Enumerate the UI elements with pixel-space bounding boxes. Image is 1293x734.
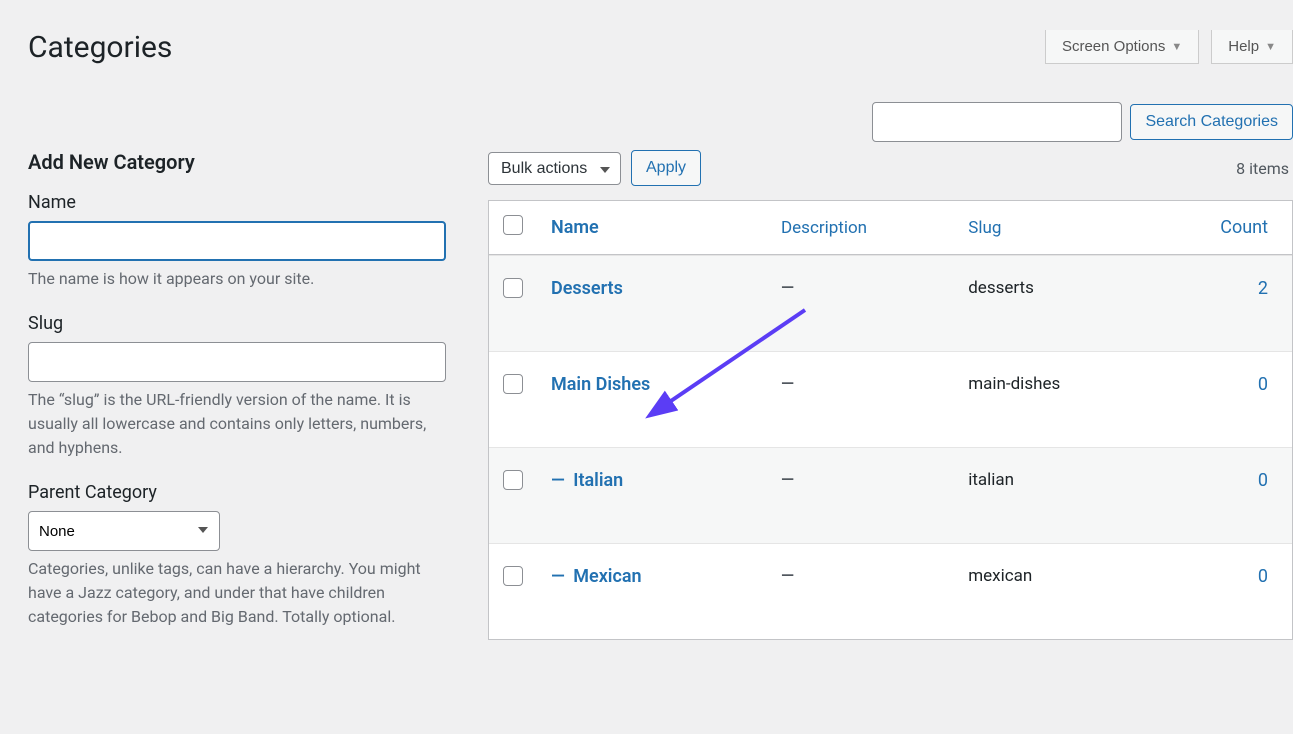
category-slug: main-dishes bbox=[954, 351, 1151, 447]
select-all-checkbox[interactable] bbox=[503, 215, 523, 235]
row-checkbox[interactable] bbox=[503, 374, 523, 394]
slug-input[interactable] bbox=[28, 342, 446, 382]
category-name-link[interactable]: — Mexican bbox=[551, 566, 642, 587]
category-slug: italian bbox=[954, 447, 1151, 543]
category-slug: mexican bbox=[954, 543, 1151, 639]
category-name-link[interactable]: Desserts bbox=[551, 278, 623, 299]
parent-category-label: Parent Category bbox=[28, 482, 458, 503]
slug-help: The “slug” is the URL-friendly version o… bbox=[28, 388, 446, 460]
screen-options-label: Screen Options bbox=[1062, 38, 1165, 55]
category-name-link[interactable]: — Italian bbox=[551, 470, 623, 491]
category-count-link[interactable]: 2 bbox=[1258, 278, 1268, 299]
add-new-category-heading: Add New Category bbox=[28, 150, 458, 174]
chevron-down-icon: ▼ bbox=[1171, 41, 1182, 53]
parent-category-select[interactable]: None bbox=[28, 511, 220, 551]
categories-table: Name Description Slug Count Desserts — des… bbox=[488, 200, 1293, 640]
category-description: — bbox=[781, 566, 794, 586]
category-slug: desserts bbox=[954, 255, 1151, 351]
bulk-actions-select[interactable]: Bulk actions bbox=[488, 152, 621, 185]
screen-options-button[interactable]: Screen Options ▼ bbox=[1045, 30, 1199, 64]
category-description: — bbox=[781, 374, 794, 394]
category-count-link[interactable]: 0 bbox=[1258, 374, 1268, 395]
table-row: — Italian — italian 0 bbox=[489, 447, 1292, 543]
row-checkbox[interactable] bbox=[503, 566, 523, 586]
table-row: Main Dishes — main-dishes 0 bbox=[489, 351, 1292, 447]
row-checkbox[interactable] bbox=[503, 470, 523, 490]
items-count: 8 items bbox=[1236, 159, 1293, 178]
category-description: — bbox=[781, 278, 794, 298]
row-checkbox[interactable] bbox=[503, 278, 523, 298]
sort-slug[interactable]: Slug bbox=[968, 218, 1001, 238]
slug-label: Slug bbox=[28, 313, 458, 334]
name-help: The name is how it appears on your site. bbox=[28, 267, 446, 291]
category-count-link[interactable]: 0 bbox=[1258, 566, 1268, 587]
search-categories-button[interactable]: Search Categories bbox=[1130, 104, 1293, 140]
name-label: Name bbox=[28, 192, 458, 213]
help-label: Help bbox=[1228, 38, 1259, 55]
parent-category-help: Categories, unlike tags, can have a hier… bbox=[28, 557, 446, 629]
sort-count[interactable]: Count bbox=[1220, 217, 1268, 238]
sort-name[interactable]: Name bbox=[551, 217, 599, 238]
category-name-link[interactable]: Main Dishes bbox=[551, 374, 650, 395]
table-row: Desserts — desserts 2 bbox=[489, 255, 1292, 351]
table-row: — Mexican — mexican 0 bbox=[489, 543, 1292, 639]
apply-button[interactable]: Apply bbox=[631, 150, 701, 186]
help-button[interactable]: Help ▼ bbox=[1211, 30, 1293, 64]
category-description: — bbox=[781, 470, 794, 490]
chevron-down-icon: ▼ bbox=[1265, 41, 1276, 53]
category-count-link[interactable]: 0 bbox=[1258, 470, 1268, 491]
sort-description[interactable]: Description bbox=[781, 218, 867, 238]
search-input[interactable] bbox=[872, 102, 1122, 142]
name-input[interactable] bbox=[28, 221, 446, 261]
